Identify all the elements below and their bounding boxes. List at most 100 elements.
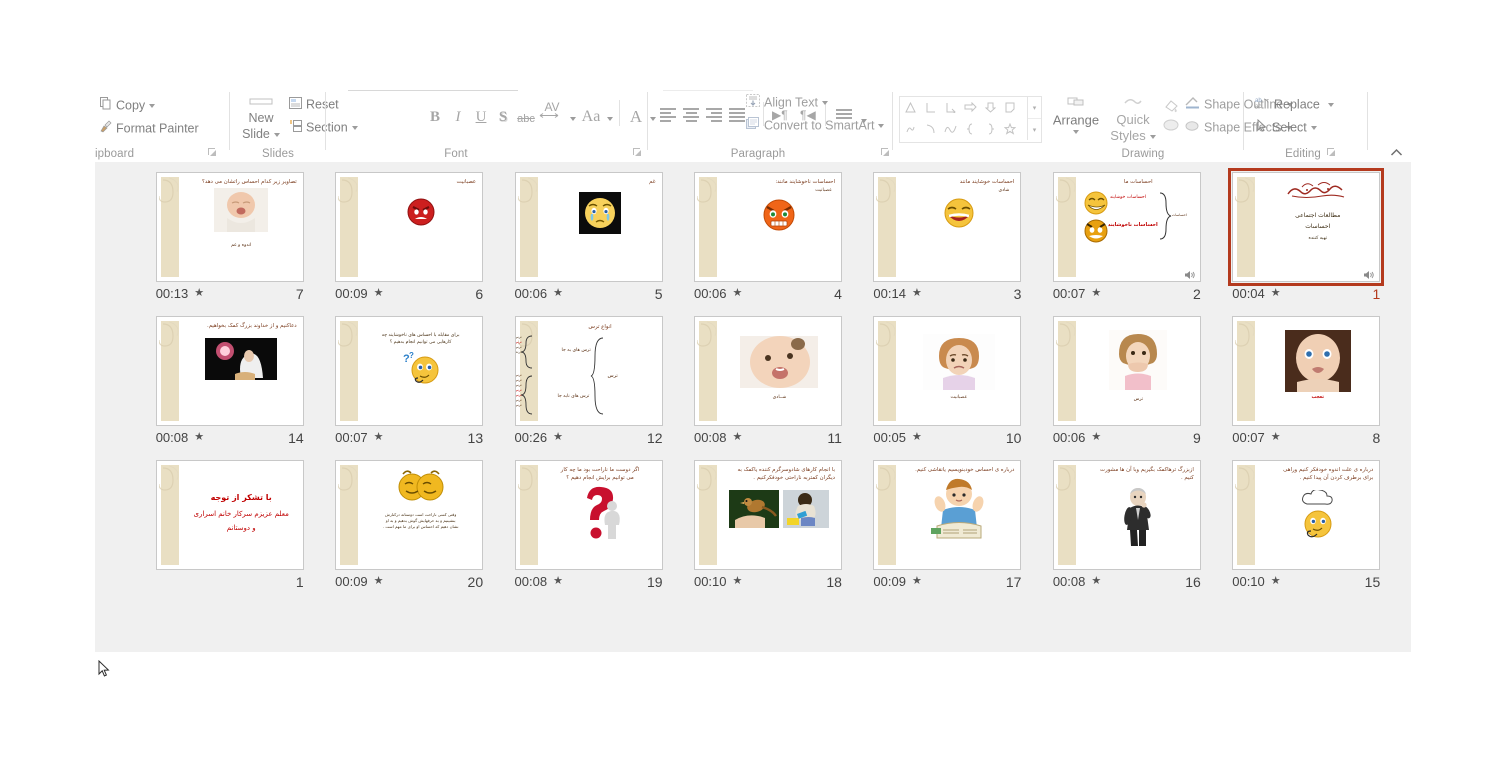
quick-styles-caret-icon[interactable] [1149, 134, 1156, 139]
collapse-ribbon-button[interactable] [1390, 146, 1403, 160]
select-caret-icon[interactable] [1310, 125, 1317, 130]
copy-label: Copy [116, 98, 146, 113]
paragraph-dialog-launcher[interactable] [881, 148, 892, 159]
shape-triangle-icon[interactable] [900, 97, 920, 118]
replace-caret-icon[interactable] [1327, 102, 1334, 107]
clipboard-dialog-launcher[interactable] [208, 148, 219, 159]
diagram-label-unhappy: احساسات ناخوشایند [1107, 222, 1158, 228]
slide-thumbnail-17[interactable]: درباره ی احساس خودبنویسیم یانقاشی کنیم. [858, 460, 1037, 604]
bold-button[interactable]: B [426, 106, 444, 128]
slide-thumbnail-1[interactable]: مطالعات اجتماعی احساسات تهیه کننده 00:04… [1217, 168, 1396, 316]
italic-button[interactable]: I [449, 106, 467, 128]
slide-thumbnail-11[interactable]: شــادی 00:08 ★ 11 [678, 316, 857, 460]
convert-to-smartart-button[interactable]: Convert to SmartArt [746, 117, 885, 134]
underline-button[interactable]: U [472, 106, 490, 128]
align-left-button[interactable] [660, 108, 676, 122]
slide-thumbnail-19[interactable]: اگر دوست ما ناراحت بود ما چه کار می توان… [499, 460, 678, 604]
slide-canvas: با تشکر از توجه معلم عزیزم سرکار خانم اس… [155, 460, 304, 570]
slide-thumbnail-15[interactable]: درباره ی علت اندوه خودفکر کنیم وراهی برا… [1217, 460, 1396, 604]
align-center-button[interactable] [683, 108, 699, 122]
slide-thumbnail-4[interactable]: احساسات ناخوشایند مانند: عصبانیت 00:06 ★… [678, 172, 857, 316]
slide-thumbnail-8[interactable]: تعجب 00:07 ★ 8 [1217, 316, 1396, 460]
emoji-angry-red [407, 198, 435, 226]
transition-star-icon: ★ [1270, 575, 1281, 587]
shape-left-brace-icon[interactable] [960, 118, 980, 139]
new-slide-button[interactable]: New Slide [239, 93, 283, 142]
photo-child-cleaning [783, 490, 830, 528]
diagram-fear: ترس از جنگترس از دزدترس از حیواندرنده تر… [516, 331, 659, 419]
slide-canvas: تعجب [1232, 316, 1381, 426]
arrange-button[interactable]: Arrange [1048, 94, 1104, 134]
slide-thumbnail-20[interactable]: وقتی کسی ناراحت است دوستانه درکنارش بنشی… [319, 460, 498, 604]
arrange-caret-icon[interactable] [1073, 129, 1079, 134]
quick-styles-button[interactable]: Quick Styles [1108, 94, 1158, 144]
slide-line-2: احساسات [1305, 223, 1331, 230]
slide-canvas: احساسات ما احساسات خوشایند احساسات ناخوش… [1052, 172, 1201, 282]
slide-thumbnail-2[interactable]: احساسات ما احساسات خوشایند احساسات ناخوش… [1037, 172, 1216, 316]
text-shadow-button[interactable]: S [494, 106, 512, 128]
shape-arc-icon[interactable] [920, 118, 940, 139]
slide-title: انواع ترس [588, 324, 612, 330]
slide-duration: 00:04 [1232, 286, 1265, 301]
ribbon-group-drawing-label: Drawing [1121, 148, 1165, 160]
justify-button[interactable] [729, 108, 745, 122]
shape-curve-icon[interactable] [940, 118, 960, 139]
slide-thumbnail-7[interactable]: تصاویر زیر کدام احساس راتشان می دهد؟ اند… [140, 172, 319, 316]
slide-title: عصبانیت [456, 179, 477, 185]
shape-star-icon[interactable] [1000, 118, 1020, 139]
align-right-button[interactable] [706, 108, 722, 122]
audio-speaker-icon [1363, 267, 1374, 279]
transition-star-icon: ★ [553, 575, 563, 587]
ribbon-group-paragraph: ▶¶ ¶◀ Align Text Convert to SmartArt Par… [548, 88, 893, 162]
slide-canvas: احساسات ناخوشایند مانند: عصبانیت [693, 172, 842, 282]
slide-thumbnail-13[interactable]: برای مقابله با احساس های ناخوشایند چه کا… [319, 316, 498, 460]
shape-scribble-icon[interactable] [900, 118, 920, 139]
shape-fill-button[interactable] [1163, 98, 1180, 118]
slide-thumbnail-5[interactable]: غم 00:06 ★ 5 [499, 172, 678, 316]
slide-title: اگر دوست ما ناراحت بود ما چه کار می توان… [560, 467, 640, 481]
slide-thumbnail-18[interactable]: با انجام کارهای شادوسرگرم کننده یاکمک به… [678, 460, 857, 604]
slide-meta: 00:09 ★ 20 [335, 573, 483, 590]
slide-canvas: عصبانیت [335, 172, 484, 282]
align-text-caret-icon[interactable] [821, 100, 828, 105]
shape-folded-corner-icon[interactable] [1000, 97, 1020, 118]
copy-button[interactable]: Copy [99, 97, 156, 114]
convert-to-smartart-caret-icon[interactable] [878, 123, 885, 128]
shapes-gallery-scroll-up-icon[interactable]: ▾ [1028, 97, 1041, 118]
slide-thumbnail-16[interactable]: ازبزرگ ترهاکمک بگیریم وبا آن ها مشورت کن… [1037, 460, 1216, 604]
slide-thumbnail-9[interactable]: ترس 00:06 ★ 9 [1037, 316, 1216, 460]
slide-thumbnail-3[interactable]: احساسات خوشایند مانند شادی 00:14 ★ 3 [858, 172, 1037, 316]
shape-corner-icon[interactable] [920, 97, 940, 118]
transition-star-icon: ★ [373, 287, 384, 299]
select-button[interactable]: Select [1255, 119, 1317, 136]
slide-meta: 00:26 ★ 12 [515, 429, 663, 446]
slide-thumbnail-6[interactable]: عصبانیت 00:09 ★ 6 [319, 172, 498, 316]
replace-button[interactable]: ab ac Replace [1255, 96, 1334, 113]
shapes-gallery[interactable]: ▾ ▾ [899, 96, 1042, 143]
slide-number: 16 [1185, 573, 1201, 590]
slide-thumbnail-10[interactable]: عصبانیت 00:05 ★ 10 [858, 316, 1037, 460]
new-slide-caret-icon[interactable] [273, 132, 280, 137]
slide-number: 9 [1193, 429, 1201, 446]
emoji-crying-black [579, 192, 622, 234]
shape-lshape-icon[interactable] [940, 97, 960, 118]
shapes-gallery-scroll-more-icon[interactable]: ▾ [1028, 118, 1041, 140]
photo-bird-on-hand [729, 490, 780, 528]
strikethrough-button[interactable]: abc [514, 108, 538, 130]
shape-down-arrow-icon[interactable] [980, 97, 1000, 118]
copy-caret-icon[interactable] [149, 103, 156, 108]
shape-right-arrow-icon[interactable] [960, 97, 980, 118]
slide-title: ازبزرگ ترهاکمک بگیریم وبا آن ها مشورت کن… [1100, 467, 1194, 481]
slide-thumbnail-14[interactable]: دعاکنیم و از خداوند بزرگ کمک بخواهیم. 00… [140, 316, 319, 460]
slide-title: درباره ی علت اندوه خودفکر کنیم وراهی برا… [1283, 467, 1374, 481]
slide-number: 4 [834, 285, 842, 302]
shapes-gallery-scroll[interactable]: ▾ ▾ [1027, 97, 1041, 140]
slide-thumbnail-12[interactable]: انواع ترس ترس از جنگترس از دزدترس از حیو… [499, 316, 678, 460]
format-painter-button[interactable]: Format Painter [99, 120, 199, 137]
shape-right-brace-icon[interactable] [980, 118, 1000, 139]
slide-thumbnail-thanks[interactable]: با تشکر از توجه معلم عزیزم سرکار خانم اس… [140, 460, 319, 604]
slide-number: 20 [467, 573, 484, 590]
slide-sorter-pane[interactable]: تصاویر زیر کدام احساس راتشان می دهد؟ اند… [95, 162, 1411, 652]
slide-meta: 00:07 ★ 2 [1053, 285, 1201, 302]
align-text-button[interactable]: Align Text [746, 94, 828, 111]
